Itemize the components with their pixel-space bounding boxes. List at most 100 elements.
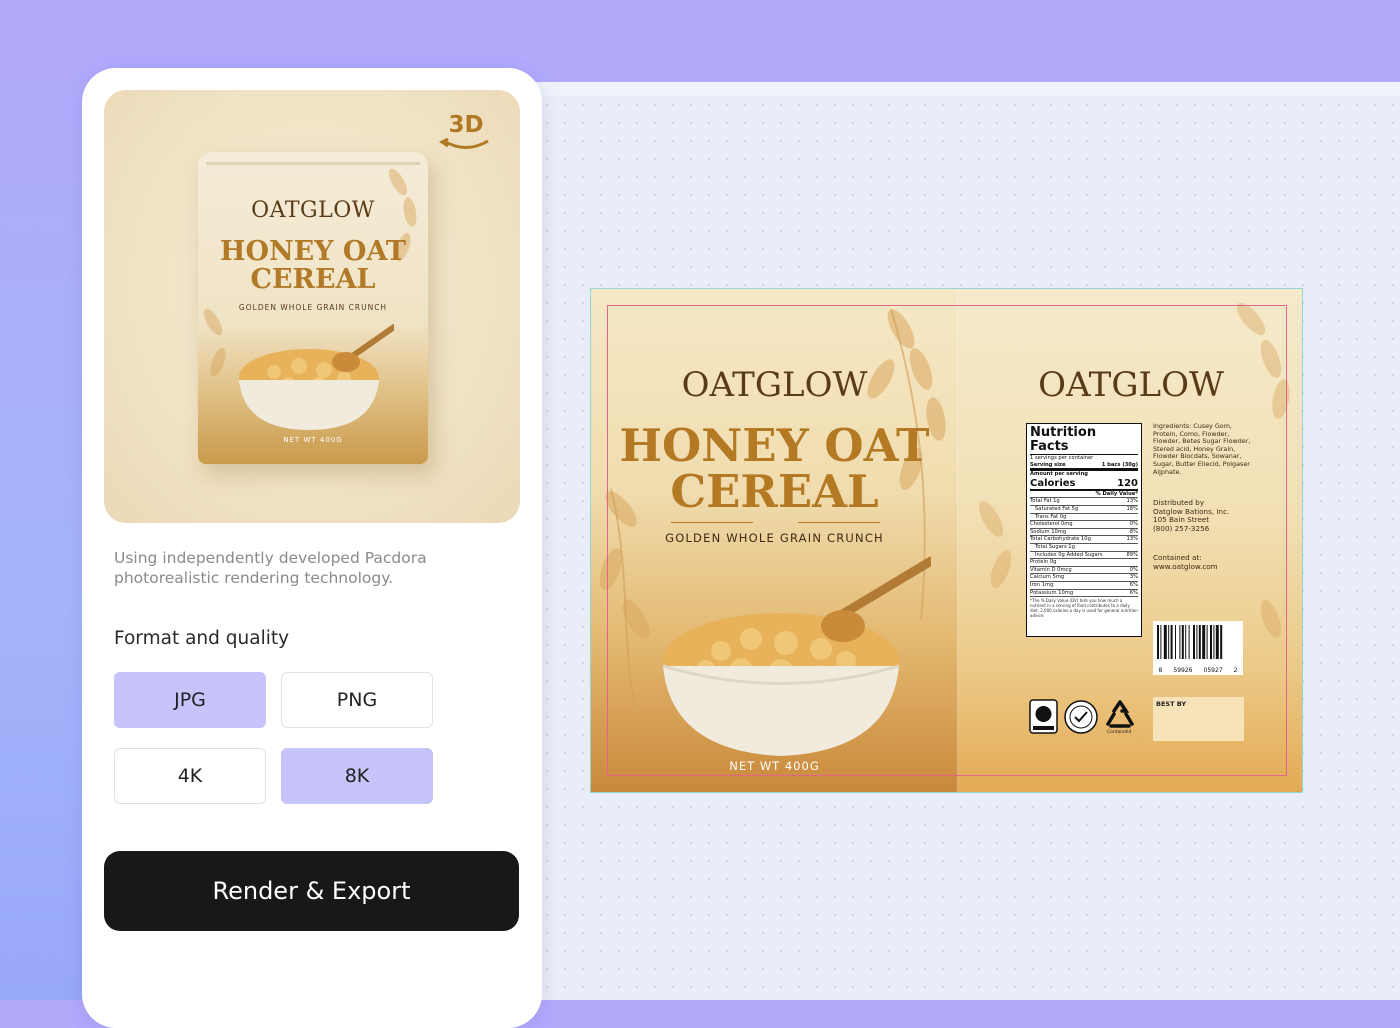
distributor-info: Distributed by Oatglow Bations, Inc. 105…: [1153, 498, 1263, 533]
nutrition-row-value: 13%: [1126, 536, 1138, 543]
nutrition-row-label: Iron 1mg: [1030, 581, 1054, 588]
distributor-line: (800) 257-3256: [1153, 523, 1210, 533]
nutrition-row-label: Potassium 10mg: [1030, 589, 1074, 596]
nutrition-row-label: Vitamin D 0mcg: [1030, 566, 1072, 573]
title-rule-right: [798, 522, 880, 523]
nutrition-row-label: Sodium 10mg: [1030, 528, 1067, 535]
nutrition-row-label: Total Carbohydrate 10g: [1030, 536, 1091, 543]
nutrition-row: Includes 0g Added Sugars 89%: [1030, 552, 1138, 560]
barcode-bar: [1202, 625, 1206, 659]
format-png-button[interactable]: PNG: [281, 672, 433, 728]
3d-rotate-icon[interactable]: 3D: [438, 112, 494, 152]
nutrition-footnote: *The % Daily Value (DV) tells you how mu…: [1030, 598, 1138, 619]
front-title-line2: CEREAL: [670, 465, 879, 518]
pouch-brand: OATGLOW: [251, 198, 375, 223]
cereal-bowl-image: [662, 556, 931, 756]
nutrition-row-value: 13%: [1126, 498, 1138, 505]
rotate-arrow-icon: [439, 138, 489, 149]
3d-badge-label: 3D: [448, 112, 484, 138]
calories-value: 120: [1117, 477, 1138, 489]
format-jpg-button[interactable]: JPG: [114, 672, 266, 728]
barcode-bar: [1157, 625, 1159, 659]
nutrition-row: Sodium 10mg 8%: [1030, 529, 1138, 537]
front-net-weight: NET WT 400G: [729, 759, 820, 773]
nutrition-row-label: Calcium 5mg: [1030, 574, 1065, 581]
quality-8k-button[interactable]: 8K: [281, 748, 433, 804]
pouch-subtitle: GOLDEN WHOLE GRAIN CRUNCH: [238, 303, 388, 312]
best-by-box: BEST BY: [1153, 697, 1244, 741]
barcode-bar: [1215, 625, 1219, 659]
nutrition-row-value: 0%: [1129, 566, 1138, 573]
barcode: 8 59926 05927 2: [1153, 621, 1243, 675]
nutrition-rows: Total Fat 1g 13% Saturated Fat 5g 18% Trans …: [1030, 498, 1138, 598]
barcode-digit: 2: [1233, 667, 1238, 674]
barcode-bar: [1163, 625, 1167, 659]
pouch-title-line1: HONEY OAT: [219, 236, 407, 267]
certification-icons: Containdid: [1029, 699, 1139, 739]
nutrition-row-label: Saturated Fat 5g: [1035, 505, 1079, 512]
nutrition-row: Vitamin D 0mcg 0%: [1030, 567, 1138, 575]
barcode-bar: [1179, 625, 1181, 659]
format-quality-label: Format and quality: [114, 628, 290, 649]
nutrition-facts-table: Nutrition Facts 1 servings per container…: [1026, 423, 1142, 637]
render-panel: 3D OATGLOW HONEY OAT CEREAL GOLDEN WHOLE: [82, 68, 542, 1028]
nutrition-row: Cholesterol 0mg 0%: [1030, 521, 1138, 529]
contact-info: Contained at: www.oatglow.com: [1153, 553, 1263, 571]
nutrition-row-label: Cholesterol 0mg: [1030, 521, 1073, 528]
pouch-bowl-image: [239, 324, 394, 430]
nutrition-row: Iron 1mg 6%: [1030, 582, 1138, 590]
nutrition-row-label: Total Sugars 1g: [1035, 543, 1075, 550]
serving-size-value: 1 bacs (30g): [1101, 461, 1138, 468]
title-rule-left: [671, 522, 753, 523]
nutrition-row-label: Includes 0g Added Sugars: [1035, 551, 1103, 558]
barcode-bar: [1210, 625, 1212, 659]
pouch-title-line2: CEREAL: [250, 264, 376, 295]
barcode-digit: 59926: [1173, 667, 1193, 674]
nutrition-row: Total Carbohydrate 10g 13%: [1030, 536, 1138, 544]
nutrition-row: Potassium 10mg 6%: [1030, 590, 1138, 598]
nutrition-row: Calcium 5mg 3%: [1030, 574, 1138, 582]
certification-icon: [1029, 699, 1058, 734]
calories-label: Calories: [1030, 477, 1076, 489]
barcode-bar: [1220, 625, 1223, 659]
barcode-bar: [1168, 625, 1170, 659]
daily-value-header: % Daily Value*: [1030, 491, 1138, 499]
nutrition-row-label: Total Fat 1g: [1030, 498, 1060, 505]
3d-preview[interactable]: 3D OATGLOW HONEY OAT CEREAL GOLDEN WHOLE: [104, 90, 520, 523]
barcode-bar: [1181, 625, 1184, 659]
nutrition-row-value: 89%: [1126, 551, 1138, 558]
front-brand-logo: OATGLOW: [681, 365, 868, 405]
barcode-bar: [1213, 625, 1215, 659]
nutrition-row-value: 8%: [1129, 528, 1138, 535]
best-by-label: BEST BY: [1156, 700, 1187, 708]
nutrition-row-value: 6%: [1129, 589, 1138, 596]
barcode-bars: [1157, 625, 1223, 659]
render-export-button[interactable]: Render & Export: [104, 851, 519, 931]
nutrition-row: Saturated Fat 5g 18%: [1030, 506, 1138, 514]
packaging-dieline[interactable]: OATGLOW HONEY OAT CEREAL GOLDEN WHOLE GR…: [590, 288, 1303, 793]
barcode-bar: [1188, 625, 1190, 659]
barcode-bar: [1198, 625, 1201, 659]
nutrition-row-value: 6%: [1129, 581, 1138, 588]
nutrition-row-label: Trans Fat 0g: [1035, 513, 1067, 520]
calories-row: Calories 120: [1030, 478, 1138, 491]
nutrition-row: Protein 0g: [1030, 559, 1138, 567]
nutrition-row: Total Fat 1g 13%: [1030, 498, 1138, 506]
barcode-bar: [1185, 625, 1187, 659]
ingredients-text: Ingredients: Cusey Gom, Protein, Como, F…: [1153, 422, 1251, 476]
serving-size-label: Serving size: [1030, 461, 1066, 468]
barcode-digits: 8 59926 05927 2: [1153, 667, 1243, 674]
pouch-3d-model: OATGLOW HONEY OAT CEREAL GOLDEN WHOLE GR…: [198, 152, 428, 464]
barcode-bar: [1193, 625, 1195, 659]
barcode-bar: [1170, 625, 1173, 659]
contact-line: www.oatglow.com: [1153, 561, 1218, 571]
barcode-bar: [1206, 625, 1208, 659]
fold-line: [957, 289, 958, 792]
quality-4k-button[interactable]: 4K: [114, 748, 266, 804]
serving-size-row: Serving size 1 bacs (30g): [1030, 462, 1138, 472]
nutrition-row-label: Protein 0g: [1030, 559, 1057, 566]
render-description: Using independently developed Pacdora ph…: [114, 549, 427, 587]
nutrition-row: Total Sugars 1g: [1030, 544, 1138, 552]
front-panel: OATGLOW HONEY OAT CEREAL GOLDEN WHOLE GR…: [591, 289, 958, 792]
barcode-bar: [1175, 625, 1176, 659]
